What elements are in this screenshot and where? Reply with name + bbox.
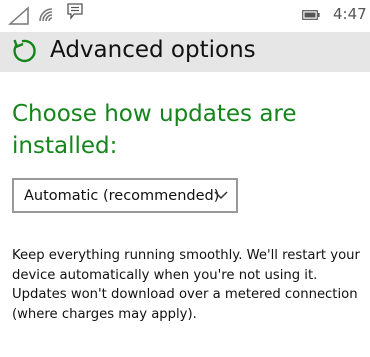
- updates-description: Keep everything running smoothly. We'll …: [12, 248, 360, 322]
- page-title: Advanced options: [50, 37, 256, 63]
- status-bar: 4:47: [0, 0, 370, 32]
- update-mode-dropdown[interactable]: Automatic (recommended): [12, 178, 238, 213]
- message-icon: [67, 3, 83, 20]
- update-sync-icon: [13, 39, 36, 63]
- page-header: Advanced options: [0, 32, 370, 72]
- wifi-icon: [39, 8, 53, 22]
- battery-icon: [302, 10, 320, 20]
- dropdown-selected-value: Automatic (recommended): [24, 188, 220, 204]
- updates-heading: Choose how updates are installed:: [12, 101, 297, 159]
- signal-icon: [8, 6, 29, 25]
- chevron-down-icon: [214, 191, 228, 200]
- clock: 4:47: [333, 5, 367, 23]
